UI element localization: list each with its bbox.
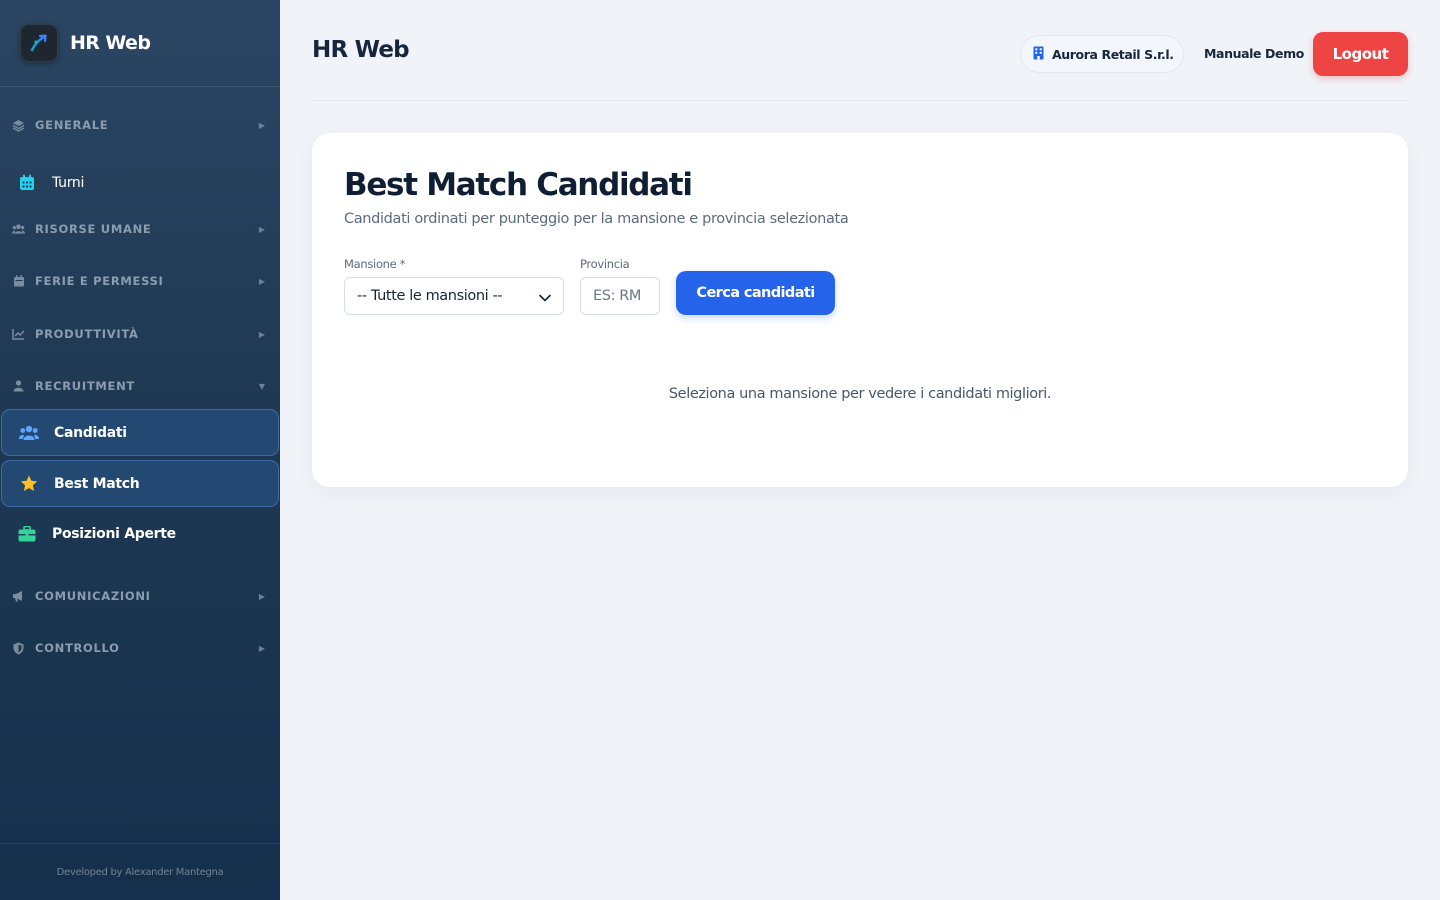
caret-down-icon: ▼ [258,381,266,391]
user-icon [12,380,25,393]
sidebar-item-turni[interactable]: Turni [0,159,280,206]
company-name: Aurora Retail S.r.l. [1052,46,1174,62]
page-title: HR Web [312,37,410,63]
sidebar-section-label: FERIE E PERMESSI [35,274,164,288]
sidebar-footer: Developed by Alexander Mantegna [0,843,280,900]
sidebar-item-posizioni-aperte[interactable]: Posizioni Aperte [0,510,280,557]
chart-line-icon [12,328,25,341]
sidebar-section-label: GENERALE [35,118,109,132]
users-icon [19,423,39,443]
provincia-label: Provincia [580,257,630,271]
caret-right-icon: ▶ [258,120,266,130]
sidebar-item-label: Candidati [54,424,127,441]
logout-button[interactable]: Logout [1313,32,1408,76]
sidebar-section-label: PRODUTTIVITÀ [35,327,139,341]
card-title: Best Match Candidati [344,167,693,203]
mansione-label: Mansione * [344,257,406,271]
sidebar-item-label: Posizioni Aperte [52,525,176,542]
sidebar-section-controllo[interactable]: CONTROLLO ▶ [0,636,280,660]
caret-right-icon: ▶ [258,329,266,339]
caret-right-icon: ▶ [258,591,266,601]
card-subtitle: Candidati ordinati per punteggio per la … [344,211,849,227]
provincia-input[interactable] [580,277,660,315]
sidebar-item-best-match[interactable]: Best Match [1,460,279,507]
mansione-selected-value: -- Tutte le mansioni -- [357,288,503,304]
sidebar-item-candidati[interactable]: Candidati [1,409,279,456]
sidebar-section-risorse-umane[interactable]: RISORSE UMANE ▶ [0,217,280,241]
manual-link[interactable]: Manuale Demo [1204,46,1304,61]
app-name: HR Web [70,32,151,54]
caret-right-icon: ▶ [258,643,266,653]
sidebar-section-label: RECRUITMENT [35,379,135,393]
building-icon [1033,45,1044,64]
chevron-down-icon [539,287,551,306]
empty-state-message: Seleziona una mansione per vedere i cand… [668,386,1052,402]
users-icon [12,223,25,236]
shield-icon [12,642,25,655]
app-logo-icon [20,24,58,62]
sidebar-section-generale[interactable]: GENERALE ▶ [0,113,280,137]
sidebar-section-ferie-e-permessi[interactable]: FERIE E PERMESSI ▶ [0,269,280,293]
caret-right-icon: ▶ [258,224,266,234]
sidebar-item-label: Best Match [54,475,140,492]
mansione-select[interactable]: -- Tutte le mansioni -- [344,277,564,315]
sidebar-section-recruitment[interactable]: RECRUITMENT ▼ [0,374,280,398]
megaphone-icon [12,590,25,603]
sidebar: HR Web GENERALE ▶ Turni RISORSE UMANE ▶ … [0,0,280,900]
company-selector[interactable]: Aurora Retail S.r.l. [1020,35,1184,73]
star-icon [19,474,39,494]
search-candidates-button[interactable]: Cerca candidati [676,271,835,315]
brand[interactable]: HR Web [0,0,280,87]
sidebar-section-label: RISORSE UMANE [35,222,152,236]
best-match-card: Best Match Candidati Candidati ordinati … [312,133,1408,487]
sidebar-section-comunicazioni[interactable]: COMUNICAZIONI ▶ [0,584,280,608]
briefcase-icon [17,524,37,544]
calendar-icon [17,173,37,193]
layers-icon [12,119,25,132]
sidebar-section-label: COMUNICAZIONI [35,589,151,603]
calendar-icon [12,275,25,288]
sidebar-item-label: Turni [52,174,85,191]
header-divider [312,100,1408,101]
sidebar-section-label: CONTROLLO [35,641,120,655]
caret-right-icon: ▶ [258,276,266,286]
sidebar-section-produttivita[interactable]: PRODUTTIVITÀ ▶ [0,322,280,346]
